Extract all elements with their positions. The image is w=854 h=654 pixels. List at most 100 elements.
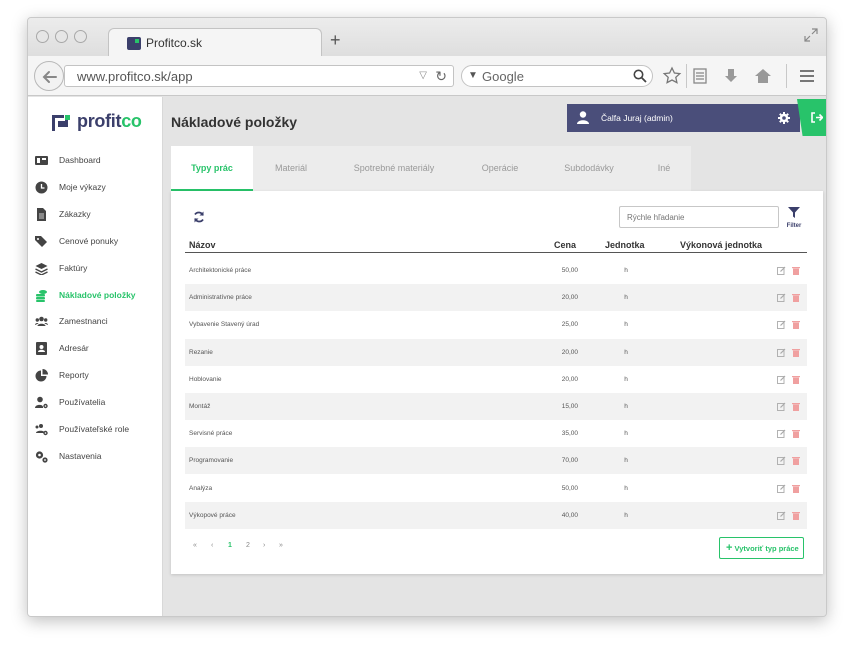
sidebar-item-dashboard[interactable]: Dashboard <box>28 148 163 174</box>
tab-material[interactable]: Materiál <box>253 146 329 191</box>
column-header-name[interactable]: Názov <box>189 240 216 250</box>
quick-search-input[interactable] <box>619 206 779 228</box>
edit-icon[interactable] <box>777 348 786 357</box>
column-header-price[interactable]: Cena <box>554 240 576 250</box>
edit-icon[interactable] <box>777 320 786 330</box>
refresh-icon[interactable] <box>193 211 205 223</box>
menu-icon[interactable] <box>797 66 817 86</box>
url-dropdown-icon[interactable]: ▽ <box>419 70 427 81</box>
home-icon[interactable] <box>753 66 773 86</box>
cell-unit: h <box>624 511 628 519</box>
trash-icon[interactable] <box>792 484 800 493</box>
table-row[interactable]: Servisné práce 35,00 h <box>185 420 807 447</box>
cell-unit: h <box>624 430 628 438</box>
trash-icon[interactable] <box>792 348 800 357</box>
new-tab-button[interactable]: + <box>330 31 341 49</box>
minimize-window-button[interactable] <box>55 30 68 43</box>
table-row[interactable]: Vybavenie Stavený úrad 25,00 h <box>185 311 807 338</box>
trash-icon[interactable] <box>792 375 800 384</box>
cell-name: Servisné práce <box>189 430 233 438</box>
logout-button[interactable] <box>797 99 826 136</box>
user-cog-icon <box>35 396 48 409</box>
reading-list-icon[interactable] <box>690 66 710 86</box>
user-name[interactable]: Čalfa Juraj (admin) <box>601 113 673 123</box>
table-row[interactable]: Hoblovanie 20,00 h <box>185 366 807 393</box>
clock-icon <box>35 181 48 194</box>
close-window-button[interactable] <box>36 30 49 43</box>
edit-icon[interactable] <box>777 293 786 303</box>
page-button-1[interactable]: 1 <box>228 542 232 549</box>
bookmark-star-icon[interactable] <box>662 66 682 86</box>
trash-icon[interactable] <box>792 266 800 275</box>
trash-icon[interactable] <box>792 320 800 330</box>
cell-name: Administratívne práce <box>189 294 252 302</box>
reload-icon[interactable]: ↻ <box>435 68 447 85</box>
column-header-performance-unit[interactable]: Výkonová jednotka <box>680 240 762 250</box>
table-row[interactable]: Rezanie 20,00 h <box>185 338 807 366</box>
download-icon[interactable] <box>721 66 741 86</box>
page-button-2[interactable]: 2 <box>246 542 250 549</box>
edit-icon[interactable] <box>777 375 786 384</box>
sidebar-item-faktury[interactable]: Faktúry <box>28 256 163 282</box>
edit-icon[interactable] <box>777 511 786 520</box>
table-row[interactable]: Administratívne práce 20,00 h <box>185 284 807 312</box>
cell-price: 20,00 <box>561 375 578 383</box>
browser-toolbar: www.profitco.sk/app ▽ ↻ ▼ Google <box>28 56 826 96</box>
tab-ine[interactable]: Iné <box>637 146 691 191</box>
sidebar-item-zamestnanci[interactable]: Zamestnanci <box>28 309 163 335</box>
search-engine-dropdown-icon[interactable]: ▼ <box>468 70 478 81</box>
search-bar[interactable]: ▼ Google <box>461 65 653 87</box>
table-row[interactable]: Architektonické práce 50,00 h <box>185 257 807 284</box>
tab-operacie[interactable]: Operácie <box>459 146 541 191</box>
fullscreen-icon[interactable] <box>804 28 818 42</box>
tab-subdodavky[interactable]: Subdodávky <box>541 146 637 191</box>
document-icon <box>37 208 46 221</box>
sidebar-item-nakladove-polozky[interactable]: Nákladové položky <box>28 283 163 309</box>
table-row[interactable]: Analýza 50,00 h <box>185 475 807 502</box>
trash-icon[interactable] <box>792 293 800 303</box>
back-button[interactable] <box>34 61 64 91</box>
filter-button[interactable]: Filter <box>783 205 805 229</box>
settings-gear-icon[interactable] <box>778 112 790 124</box>
table-row[interactable]: Výkopové práce 40,00 h <box>185 501 807 529</box>
trash-icon[interactable] <box>792 429 800 439</box>
last-page-button[interactable]: » <box>279 542 283 549</box>
table-row[interactable]: Programovanie 70,00 h <box>185 447 807 475</box>
edit-icon[interactable] <box>777 402 786 411</box>
pie-chart-icon <box>35 369 48 382</box>
edit-icon[interactable] <box>777 429 786 439</box>
cell-price: 35,00 <box>561 430 578 438</box>
cell-price: 70,00 <box>561 457 578 465</box>
create-work-type-button[interactable]: + Vytvoriť typ práce <box>719 537 804 559</box>
edit-icon[interactable] <box>777 456 786 466</box>
trash-icon[interactable] <box>792 511 800 520</box>
search-icon[interactable] <box>633 69 647 83</box>
toolbar-divider <box>786 64 787 88</box>
sidebar-item-pouzivatelske-role[interactable]: Používateľské role <box>28 417 163 443</box>
table-row[interactable]: Montáž 15,00 h <box>185 393 807 420</box>
next-page-button[interactable]: › <box>263 542 265 549</box>
trash-icon[interactable] <box>792 456 800 466</box>
edit-icon[interactable] <box>777 484 786 493</box>
coins-icon <box>36 290 47 302</box>
sidebar-item-zakazky[interactable]: Zákazky <box>28 202 163 228</box>
column-header-unit[interactable]: Jednotka <box>605 240 645 250</box>
sidebar-item-adresar[interactable]: Adresár <box>28 336 163 362</box>
trash-icon[interactable] <box>792 402 800 411</box>
url-bar[interactable]: www.profitco.sk/app ▽ ↻ <box>64 65 454 87</box>
cell-unit: h <box>624 321 628 329</box>
edit-icon[interactable] <box>777 266 786 275</box>
previous-page-button[interactable]: ‹ <box>211 542 213 549</box>
sidebar-item-cenove-ponuky[interactable]: Cenové ponuky <box>28 229 163 255</box>
first-page-button[interactable]: « <box>193 542 197 549</box>
tab-spotrebne-materialy[interactable]: Spotrebné materiály <box>329 146 459 191</box>
tab-typy-prac[interactable]: Typy prác <box>171 146 253 191</box>
sidebar-item-pouzivatelia[interactable]: Používatelia <box>28 390 163 416</box>
sidebar-item-reporty[interactable]: Reporty <box>28 363 163 389</box>
sidebar-item-nastavenia[interactable]: Nastavenia <box>28 444 163 470</box>
users-icon <box>35 316 48 326</box>
zoom-window-button[interactable] <box>74 30 87 43</box>
browser-tab[interactable]: Profitco.sk <box>108 28 322 58</box>
cell-unit: h <box>624 403 628 410</box>
sidebar-item-moje-vykazy[interactable]: Moje výkazy <box>28 175 163 201</box>
